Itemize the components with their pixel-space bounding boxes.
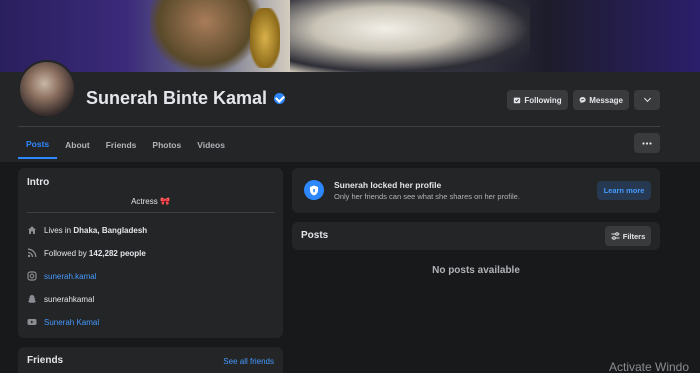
tab-photos[interactable]: Photos — [144, 130, 189, 159]
lives-city: Dhaka, Bangladesh — [73, 225, 148, 235]
lives-prefix: Lives in — [44, 225, 74, 235]
bio-divider — [27, 212, 275, 213]
filters-button[interactable]: Filters — [605, 226, 651, 246]
info-lives-in: Lives in Dhaka, Bangladesh — [27, 225, 147, 235]
home-icon — [27, 225, 37, 235]
posts-title: Posts — [301, 230, 329, 241]
filters-icon — [611, 232, 620, 240]
following-button[interactable]: Following — [507, 90, 568, 110]
no-posts-message: No posts available — [432, 265, 520, 276]
friends-title: Friends — [27, 355, 64, 366]
instagram-link[interactable]: sunerah.kamal — [44, 272, 96, 281]
rss-icon — [27, 248, 37, 258]
following-label: Following — [524, 95, 562, 105]
locked-profile-card: Sunerah locked her profile Only her frie… — [292, 168, 660, 213]
instagram-icon — [27, 271, 37, 281]
info-followers: Followed by 142,282 people — [27, 248, 146, 258]
bio-text: Actress 🎀 — [131, 197, 170, 206]
tab-about[interactable]: About — [57, 130, 98, 159]
locked-title: Sunerah locked her profile — [334, 180, 442, 190]
youtube-icon — [27, 317, 37, 327]
info-snapchat: sunerahkamal — [27, 294, 94, 304]
shield-icon — [304, 180, 324, 200]
activate-windows-watermark: Activate Windo — [609, 360, 690, 373]
avatar[interactable] — [18, 60, 76, 118]
cover-figure — [290, 0, 530, 72]
messenger-icon — [579, 96, 586, 104]
learn-more-button[interactable]: Learn more — [597, 181, 651, 200]
cover-figure — [150, 0, 260, 72]
cover-trophy — [250, 8, 280, 68]
locked-subtitle: Only her friends can see what she shares… — [334, 192, 520, 201]
info-youtube: Sunerah Kamal — [27, 317, 99, 327]
following-icon — [514, 97, 521, 104]
youtube-link[interactable]: Sunerah Kamal — [44, 318, 99, 327]
snapchat-handle: sunerahkamal — [44, 294, 95, 304]
more-options-button[interactable] — [634, 90, 660, 110]
header-divider — [18, 126, 660, 127]
tab-videos[interactable]: Videos — [189, 130, 233, 159]
filters-label: Filters — [622, 231, 646, 241]
followed-prefix: Followed by — [44, 248, 89, 258]
posts-card: Posts Filters — [292, 222, 660, 250]
message-button[interactable]: Message — [573, 90, 629, 110]
message-label: Message — [589, 95, 623, 105]
profile-name-row: Sunerah Binte Kamal — [86, 88, 286, 109]
profile-tabs: Posts About Friends Photos Videos — [18, 130, 233, 159]
info-instagram: sunerah.kamal — [27, 271, 96, 281]
verified-badge-icon — [274, 93, 286, 104]
snapchat-icon — [27, 294, 37, 304]
profile-name: Sunerah Binte Kamal — [86, 88, 268, 108]
intro-card: Intro Actress 🎀 Lives in Dhaka, Banglade… — [18, 168, 283, 338]
tab-posts[interactable]: Posts — [18, 130, 58, 159]
see-all-friends-link[interactable]: See all friends — [223, 357, 274, 366]
followed-count: 142,282 people — [88, 248, 146, 258]
tabs-more-button[interactable] — [634, 133, 660, 153]
chevron-down-icon — [643, 94, 651, 103]
more-icon — [642, 141, 652, 145]
intro-title: Intro — [27, 177, 50, 188]
friends-card: Friends See all friends — [18, 347, 283, 373]
tab-friends[interactable]: Friends — [98, 130, 145, 159]
cover-photo[interactable] — [0, 0, 700, 72]
